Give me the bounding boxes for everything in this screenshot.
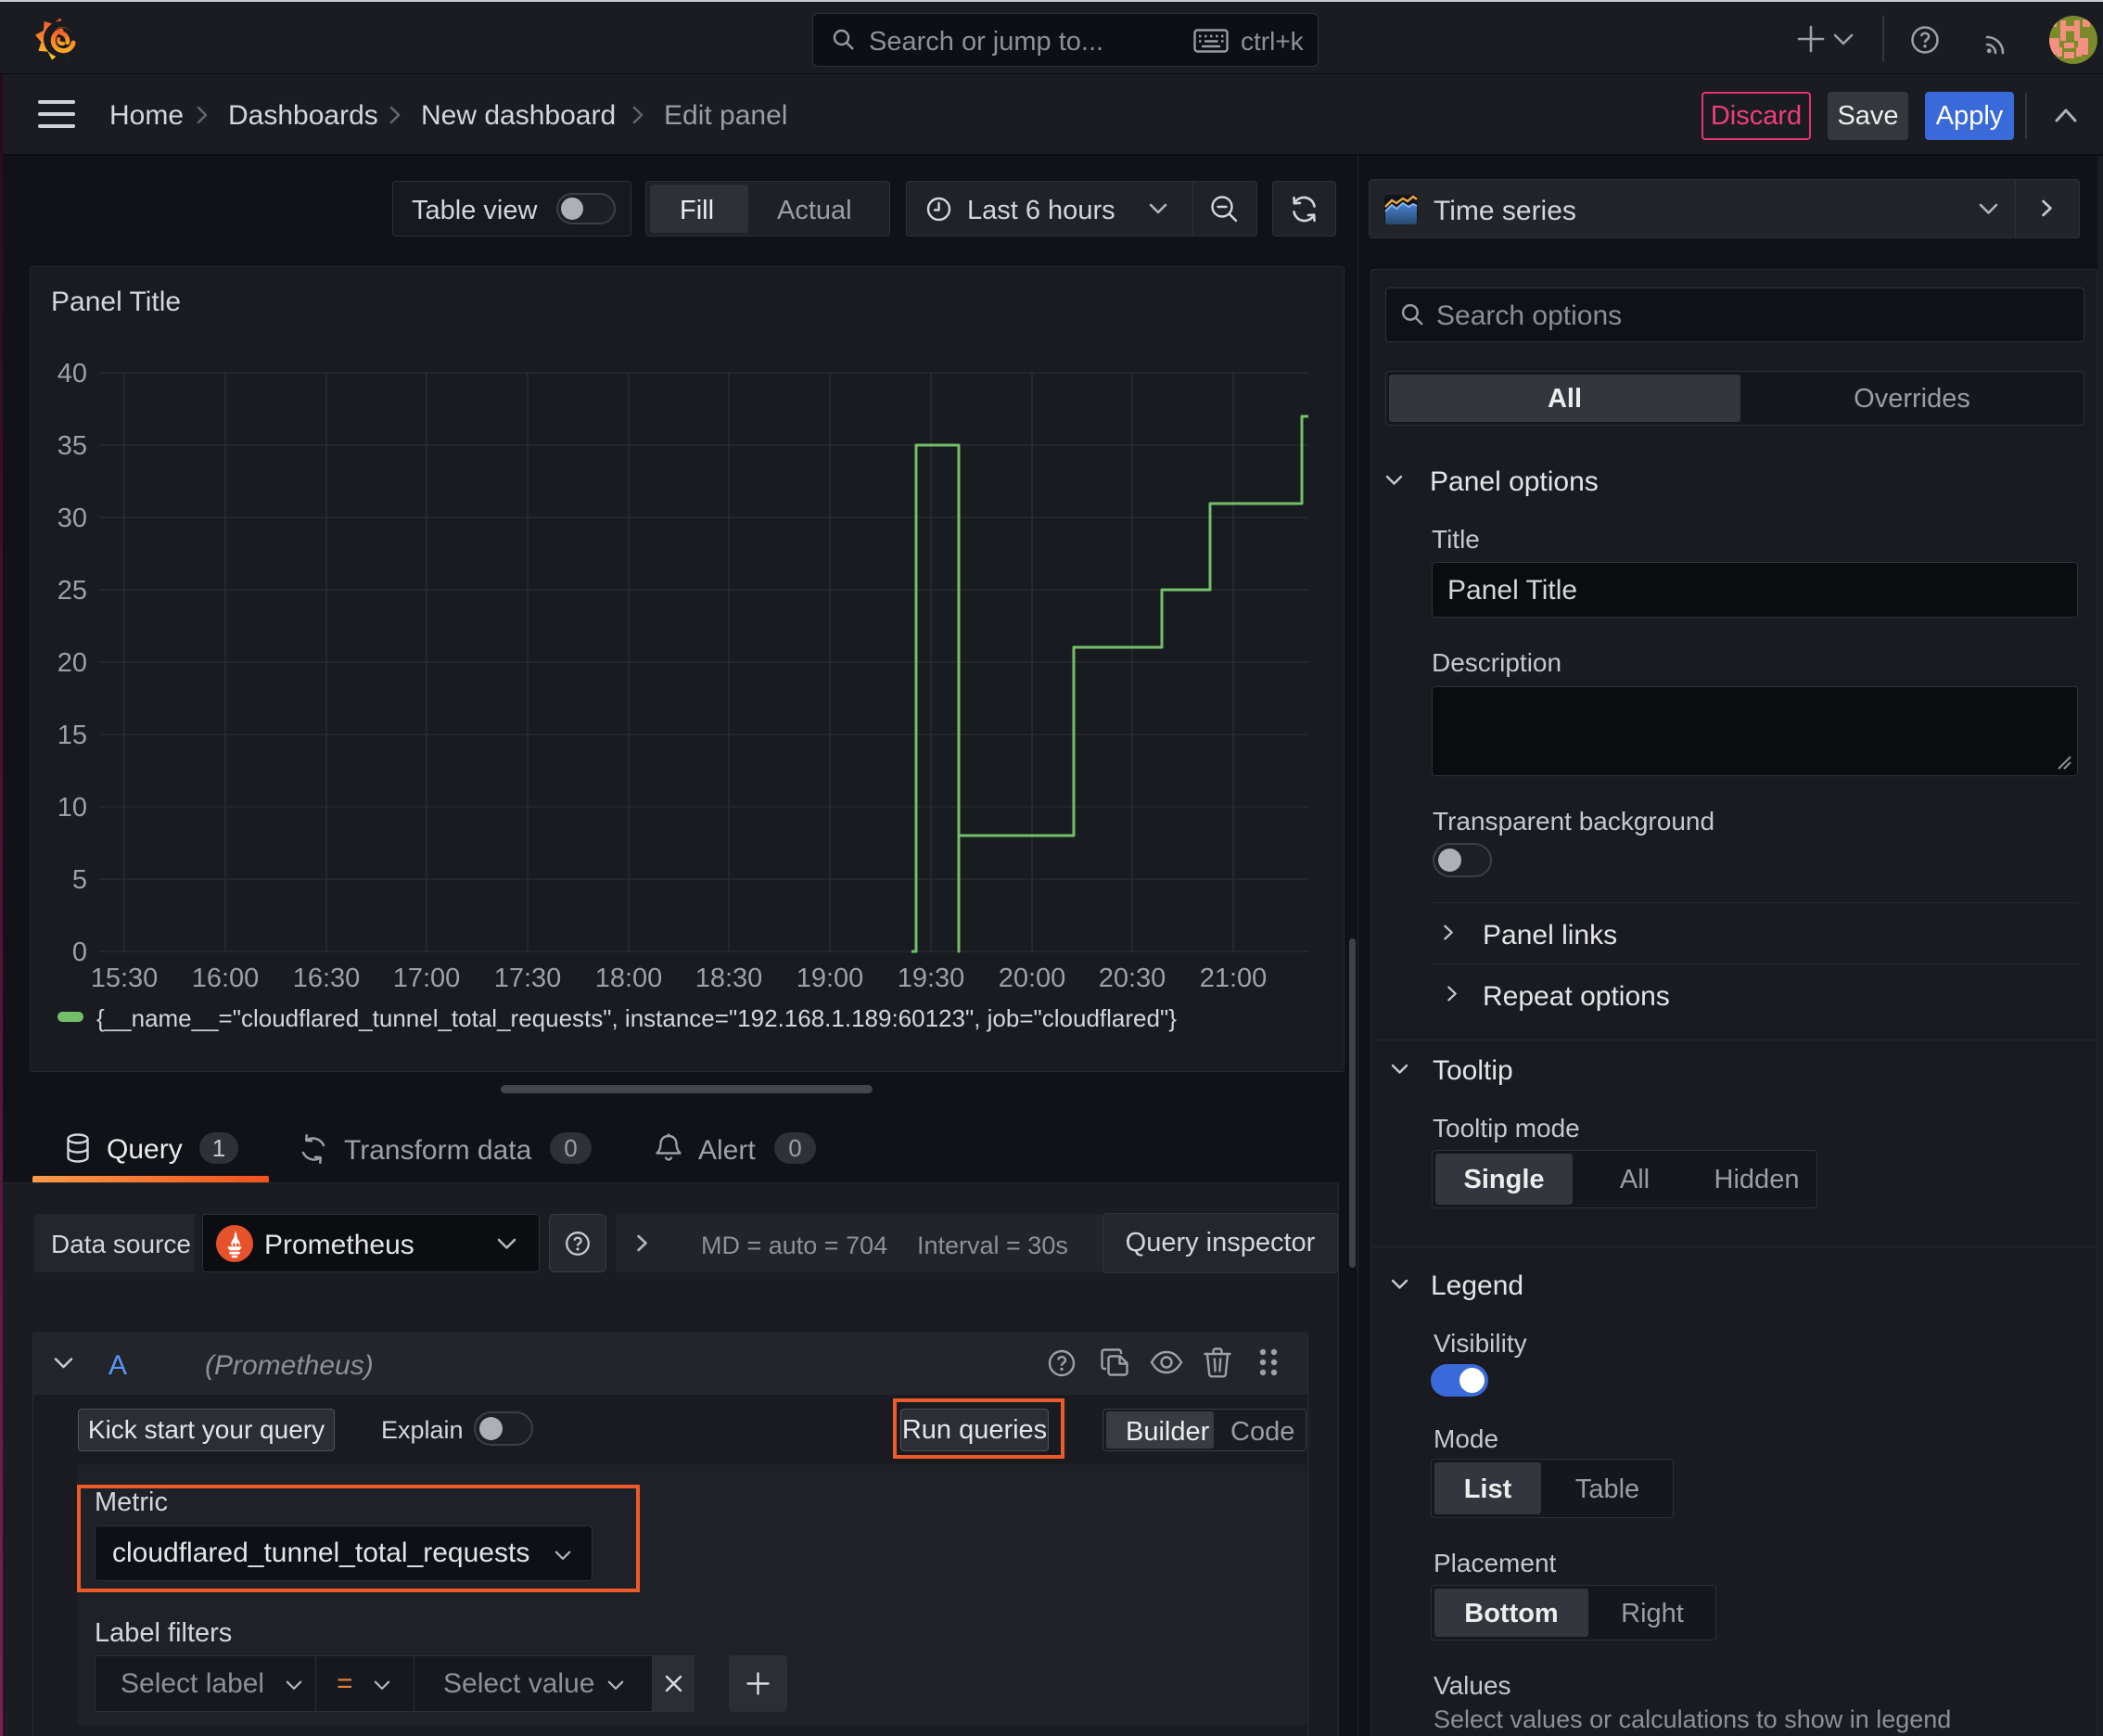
svg-text:18:30: 18:30 — [695, 964, 763, 993]
svg-text:21:00: 21:00 — [1200, 964, 1268, 993]
svg-text:16:30: 16:30 — [293, 964, 361, 993]
svg-text:20:30: 20:30 — [1099, 964, 1166, 993]
svg-text:19:30: 19:30 — [898, 964, 965, 993]
svg-text:30: 30 — [57, 504, 87, 533]
svg-text:17:00: 17:00 — [393, 964, 461, 993]
svg-text:5: 5 — [72, 865, 87, 895]
svg-text:15: 15 — [57, 721, 87, 750]
svg-text:17:30: 17:30 — [494, 964, 562, 993]
svg-text:{__name__="cloudflared_tunnel_: {__name__="cloudflared_tunnel_total_requ… — [96, 1004, 1177, 1032]
svg-text:15:30: 15:30 — [91, 964, 159, 993]
svg-text:10: 10 — [57, 793, 87, 823]
svg-text:20:00: 20:00 — [999, 964, 1066, 993]
svg-text:20: 20 — [57, 648, 87, 678]
svg-text:25: 25 — [57, 576, 87, 606]
svg-text:40: 40 — [57, 359, 87, 389]
svg-text:35: 35 — [57, 431, 87, 461]
svg-text:19:00: 19:00 — [797, 964, 864, 993]
svg-text:18:00: 18:00 — [595, 964, 663, 993]
svg-text:16:00: 16:00 — [192, 964, 260, 993]
svg-text:0: 0 — [72, 938, 87, 967]
